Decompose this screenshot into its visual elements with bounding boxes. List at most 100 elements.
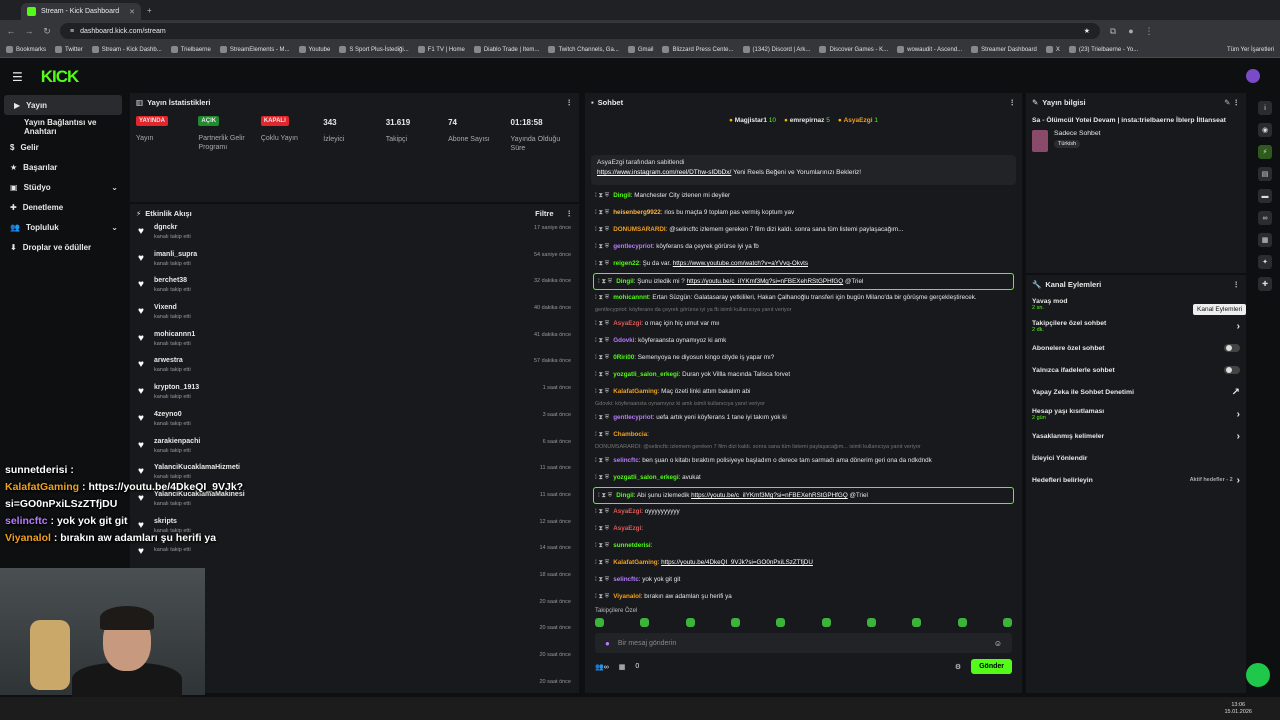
bookmark-item[interactable]: Twitch Channels, Ga... (548, 46, 619, 53)
pin-icon[interactable]: ⁞ ⧗ ⛨ (595, 542, 609, 550)
pin-icon[interactable]: ⁞ ⧗ ⛨ (595, 337, 609, 345)
chat-username[interactable]: KalafatGaming (613, 559, 657, 566)
event-user[interactable]: berchet38 (154, 277, 191, 284)
info-icon[interactable]: i (1258, 101, 1272, 115)
chat-username[interactable]: selincftc (613, 576, 639, 583)
chat-username[interactable]: Chambocia (613, 431, 647, 438)
chat-username[interactable]: DONUMSARARDI (613, 226, 665, 233)
chat-username[interactable]: Dingil (613, 192, 631, 199)
sidebar-item[interactable]: ⬇ Droplar ve ödüller (0, 237, 126, 257)
pin-icon[interactable]: ⁞ ⧗ ⛨ (598, 278, 612, 286)
document-icon[interactable]: ▤ (1258, 167, 1272, 181)
more-icon[interactable]: ⋮ (566, 98, 574, 107)
bookmark-item[interactable]: wowaudit - Ascend... (897, 46, 962, 53)
pin-icon[interactable]: ⁞ ⧗ ⛨ (595, 559, 609, 567)
puzzle-icon[interactable]: ✚ (1258, 277, 1272, 291)
camera-icon[interactable]: ◉ (1258, 123, 1272, 137)
bookmark-item[interactable]: X (1045, 46, 1060, 53)
chat-username[interactable]: AsyaEzgi (613, 320, 641, 327)
toggle[interactable] (1224, 366, 1240, 374)
activity-icon[interactable]: ⚡ (1258, 145, 1272, 159)
emote-icon[interactable] (640, 618, 650, 627)
bookmark-item[interactable]: Diablo Trade | Item... (473, 46, 539, 53)
back-icon[interactable]: ← (6, 26, 16, 36)
emote-icon[interactable] (821, 618, 831, 627)
chat-username[interactable]: 0Riri00 (613, 354, 634, 361)
pinned-link[interactable]: https://www.instagram.com/reel/DThw-sIDb… (597, 169, 731, 176)
channel-action[interactable]: Yasaklanmış kelimeler › (1026, 425, 1246, 447)
chat-username[interactable]: Dingil (616, 278, 634, 285)
top-chatter[interactable]: ● Magjistar1 10 (729, 117, 776, 155)
sidebar-item[interactable]: ▶ Yayın (4, 95, 122, 115)
users-icon[interactable]: 👥∞ (595, 663, 609, 671)
link-icon[interactable]: ∞ (1258, 211, 1272, 225)
chat-username[interactable]: reigen22 (613, 260, 639, 267)
pin-icon[interactable]: ⁞ ⧗ ⛨ (595, 593, 609, 601)
extensions-icon[interactable]: ⧉ (1108, 26, 1118, 37)
event-user[interactable]: krypton_1913 (154, 384, 199, 391)
top-chatter[interactable]: ● AsyaEzgi 1 (838, 117, 878, 155)
emote-icon[interactable] (957, 618, 967, 627)
close-tab-icon[interactable]: ✕ (129, 8, 135, 16)
pin-icon[interactable]: ⁞ ⧗ ⛨ (595, 226, 609, 234)
pin-icon[interactable]: ⁞ ⧗ ⛨ (595, 431, 609, 439)
browser-menu-icon[interactable]: ⋮ (1144, 26, 1154, 37)
bookmark-item[interactable]: Blizzard Press Cente... (662, 46, 734, 53)
bookmark-item[interactable]: Youtube (298, 46, 330, 53)
avatar[interactable] (1246, 69, 1260, 83)
event-user[interactable]: mohicannn1 (154, 331, 195, 338)
emote-icon[interactable] (776, 618, 786, 627)
bookmark-item[interactable]: Streamer Dashboard (971, 46, 1037, 53)
url-input[interactable]: ≡ dashboard.kick.com/stream ★ (60, 23, 1100, 39)
chevron-right-icon[interactable]: › (1237, 475, 1240, 486)
event-user[interactable]: Vixend (154, 304, 191, 311)
sidebar-item[interactable]: 👥 Topluluk ⌄ (0, 217, 126, 237)
pin-icon[interactable]: ⁞ ⧗ ⛨ (595, 525, 609, 533)
bookmark-item[interactable]: (23) Trielbaerne - Yo... (1068, 46, 1138, 53)
chevron-right-icon[interactable]: › (1237, 321, 1240, 332)
emote-icon[interactable] (685, 618, 695, 627)
chat-link[interactable]: https://www.youtube.com/watch?v=aYVvq-Ok… (673, 260, 808, 267)
chat-username[interactable]: heisenberg9922 (613, 209, 661, 216)
pin-icon[interactable]: ⁞ ⧗ ⛨ (595, 576, 609, 584)
pin-icon[interactable]: ⁞ ⧗ ⛨ (595, 457, 609, 465)
pin-icon[interactable]: ⁞ ⧗ ⛨ (595, 414, 609, 422)
external-icon[interactable]: ↗ (1232, 387, 1240, 398)
table-icon[interactable]: ▦ (1258, 233, 1272, 247)
reload-icon[interactable]: ↻ (42, 26, 52, 37)
top-chatter[interactable]: ● emrepirnaz 5 (784, 117, 830, 155)
pin-icon[interactable]: ⁞ ⧗ ⛨ (595, 474, 609, 482)
more-icon[interactable]: ⋮ (1233, 280, 1241, 289)
bookmark-item[interactable]: (1342) Discord | Ark... (742, 46, 810, 53)
edit-icon[interactable]: ✎ ⋮ (1224, 98, 1240, 107)
bookmark-item[interactable]: StreamElements - M... (219, 46, 290, 53)
channel-action[interactable]: Hedefleri belirleyin Aktif hedefler - 2 › (1026, 469, 1246, 491)
category[interactable]: Sadece Sohbet (1054, 130, 1100, 137)
sidebar-item[interactable]: ★ Başarılar (0, 157, 126, 177)
chat-username[interactable]: selincftc (613, 457, 639, 464)
chat-username[interactable]: Gdovki (613, 337, 634, 344)
channel-action[interactable]: İzleyici Yönlendir (1026, 447, 1246, 469)
chevron-right-icon[interactable]: › (1237, 409, 1240, 420)
browser-tab[interactable]: Stream - Kick Dashboard ✕ (21, 3, 141, 20)
sidebar-item[interactable]: $ Gelir (0, 137, 126, 157)
settings-icon[interactable]: ⚙ (955, 663, 961, 671)
channel-action[interactable]: Takipçilere özel sohbet 2 dk. › (1026, 315, 1246, 337)
bookmark-item[interactable]: Stream - Kick Dashb... (91, 46, 162, 53)
site-info-icon[interactable]: ≡ (70, 28, 74, 35)
chat-link[interactable]: https://youtu.be/4DkeQI_9VJk?si=GO0nPxiL… (661, 559, 813, 566)
chevron-right-icon[interactable]: › (1237, 431, 1240, 442)
chat-icon[interactable]: ▬ (1258, 189, 1272, 203)
chat-username[interactable]: Dingil (616, 492, 634, 499)
channel-action[interactable]: Abonelere özel sohbet (1026, 337, 1246, 359)
more-icon[interactable]: ⋮ (1009, 98, 1017, 107)
event-user[interactable]: zarakienpachi (154, 438, 200, 445)
emote-icon[interactable] (1002, 618, 1012, 627)
chat-link[interactable]: https://youtu.be/c_iIYKmf3Mg?si=nFBEXehR… (687, 278, 844, 285)
help-button[interactable] (1246, 663, 1270, 687)
all-bookmarks[interactable]: Tüm Yer İşaretleri (1227, 47, 1274, 53)
forward-icon[interactable]: → (24, 26, 34, 36)
sidebar-item[interactable]: ▣ Stüdyo ⌄ (0, 177, 126, 197)
bookmark-item[interactable]: Twitter (55, 46, 83, 53)
pin-icon[interactable]: ⁞ ⧗ ⛨ (595, 243, 609, 251)
